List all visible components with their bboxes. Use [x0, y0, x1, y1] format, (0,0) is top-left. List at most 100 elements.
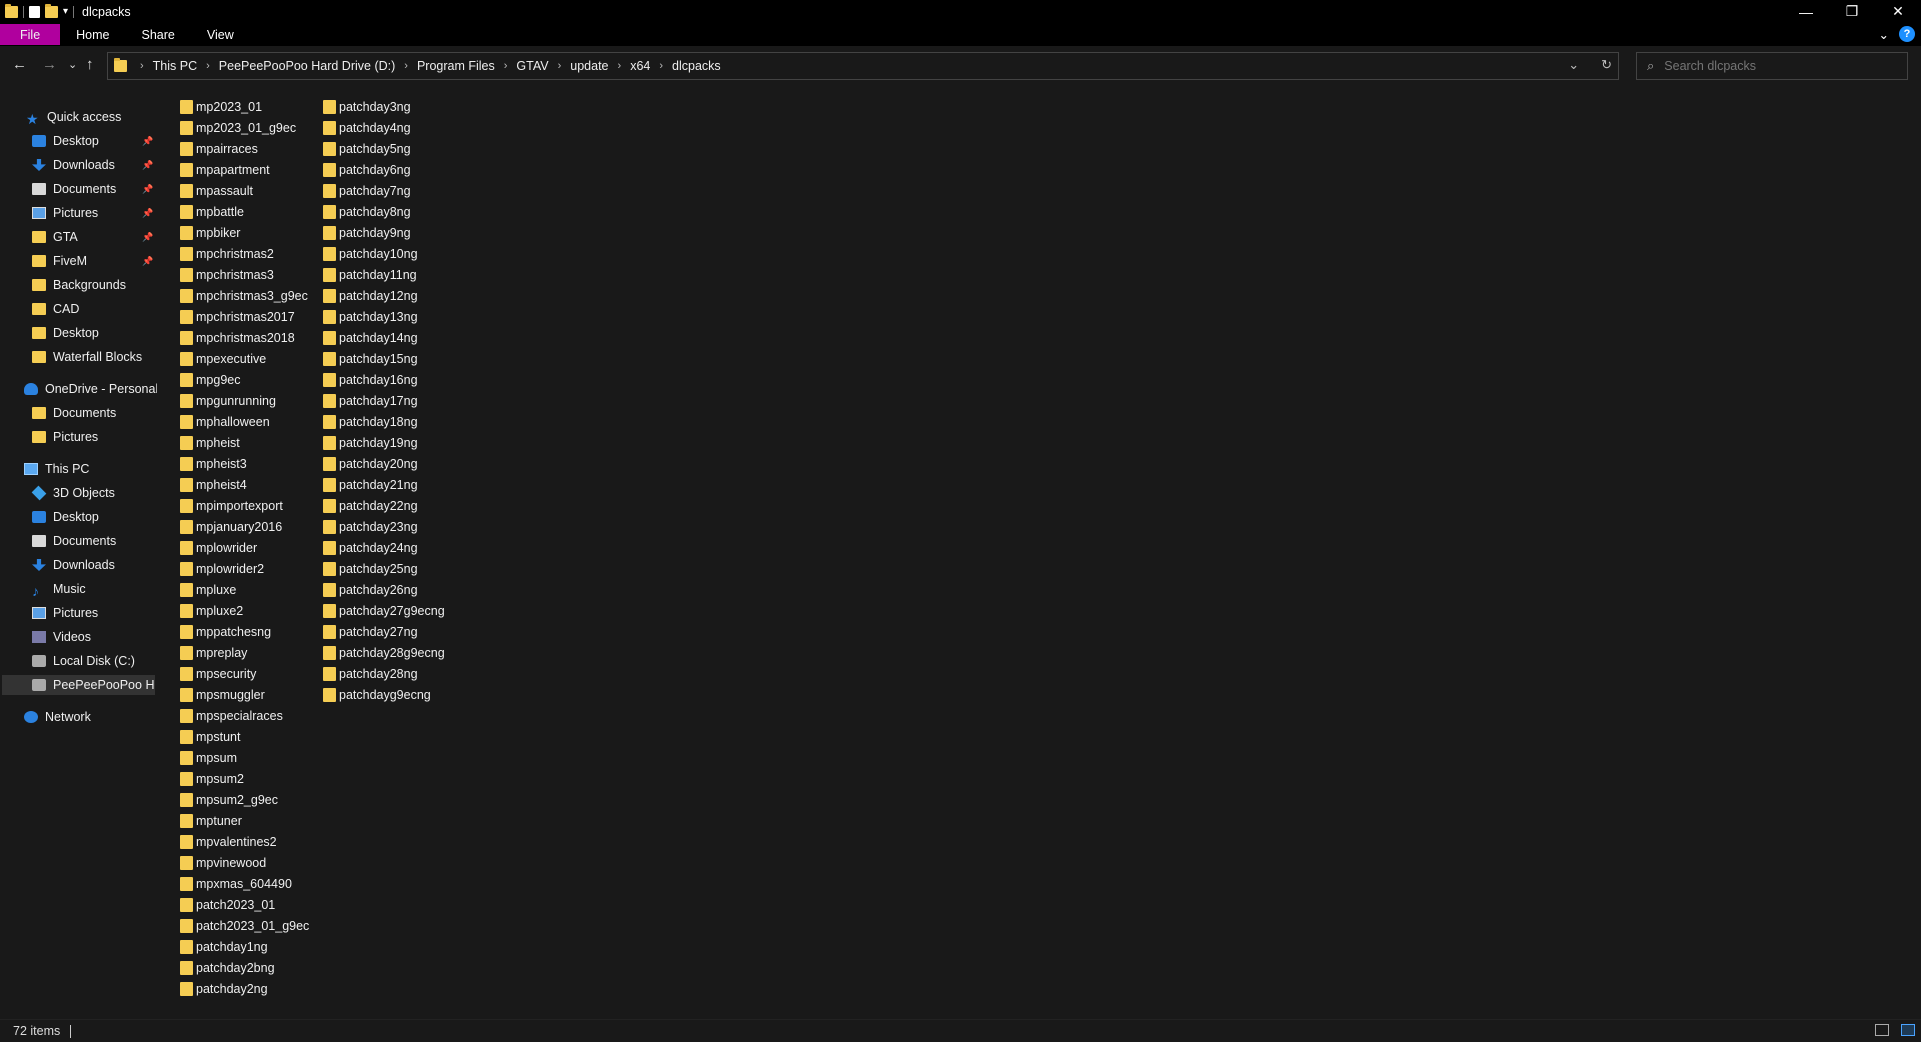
sidebar-item-music[interactable]: ♪ Music [32, 579, 86, 599]
folder-item[interactable]: mpg9ec [180, 369, 309, 390]
folder-item[interactable]: mpspecialraces [180, 705, 309, 726]
tab-share[interactable]: Share [126, 23, 191, 46]
address-bar[interactable]: › This PC › PeePeePooPoo Hard Drive (D:) ›… [107, 52, 1619, 80]
folder-item[interactable]: mplowrider2 [180, 558, 309, 579]
sidebar-item-drive-d[interactable]: PeePeePooPoo Hard Drive (D:) [2, 675, 155, 695]
folder-item[interactable]: mpluxe [180, 579, 309, 600]
tab-view[interactable]: View [191, 23, 250, 46]
sidebar-item-pictures[interactable]: Pictures [32, 203, 98, 223]
sidebar-item-backgrounds[interactable]: Backgrounds [32, 275, 126, 295]
sidebar-item-cad[interactable]: CAD [32, 299, 79, 319]
folder-item[interactable]: mpsecurity [180, 663, 309, 684]
folder-item[interactable]: patchday5ng [323, 138, 445, 159]
sidebar-item-onedrive[interactable]: OneDrive - Personal [24, 379, 157, 399]
folder-item[interactable]: mpsum2 [180, 768, 309, 789]
sidebar-item-waterfall-blocks[interactable]: Waterfall Blocks [32, 347, 142, 367]
folder-item[interactable]: mpgunrunning [180, 390, 309, 411]
folder-item[interactable]: patchday23ng [323, 516, 445, 537]
folder-item[interactable]: patchday24ng [323, 537, 445, 558]
sidebar-item-desktop[interactable]: Desktop [32, 131, 99, 151]
properties-icon[interactable] [29, 5, 40, 18]
folder-item[interactable]: patchday28ng [323, 663, 445, 684]
search-box[interactable]: ⌕ [1636, 52, 1908, 80]
folder-item[interactable]: mppatchesng [180, 621, 309, 642]
sidebar-item-documents[interactable]: Documents [32, 179, 116, 199]
search-input[interactable] [1662, 58, 1897, 74]
folder-item[interactable]: patchday27g9ecng [323, 600, 445, 621]
folder-item[interactable]: patchday26ng [323, 579, 445, 600]
chevron-right-icon[interactable]: › [618, 60, 622, 72]
folder-item[interactable]: patchday4ng [323, 117, 445, 138]
breadcrumb-dlcpacks[interactable]: dlcpacks [672, 59, 721, 73]
help-icon[interactable]: ? [1899, 26, 1915, 42]
maximize-button[interactable]: ❐ [1829, 0, 1875, 23]
folder-item[interactable]: patchday2bng [180, 957, 309, 978]
folder-item[interactable]: patchday8ng [323, 201, 445, 222]
sidebar-item-pc-documents[interactable]: Documents [32, 531, 116, 551]
folder-item[interactable]: patchday7ng [323, 180, 445, 201]
folder-item[interactable]: mpsum [180, 747, 309, 768]
chevron-right-icon[interactable]: › [504, 60, 508, 72]
folder-item[interactable]: mpchristmas2 [180, 243, 309, 264]
folder-item[interactable]: patchday15ng [323, 348, 445, 369]
folder-item[interactable]: patchday11ng [323, 264, 445, 285]
recent-locations-button[interactable]: ⌄ [68, 58, 77, 71]
chevron-right-icon[interactable]: › [140, 60, 144, 72]
folder-item[interactable]: patchday1ng [180, 936, 309, 957]
chevron-right-icon[interactable]: › [659, 60, 663, 72]
folder-item[interactable]: patchday6ng [323, 159, 445, 180]
folder-item[interactable]: mpapartment [180, 159, 309, 180]
chevron-right-icon[interactable]: › [404, 60, 408, 72]
folder-item[interactable]: mpassault [180, 180, 309, 201]
folder-item[interactable]: patchday3ng [323, 96, 445, 117]
folder-item[interactable]: mpsum2_g9ec [180, 789, 309, 810]
folder-item[interactable]: patchday12ng [323, 285, 445, 306]
customize-toolbar-icon[interactable]: ▾ [63, 6, 68, 17]
tab-home[interactable]: Home [60, 23, 125, 46]
folder-item[interactable]: mphalloween [180, 411, 309, 432]
sidebar-item-3d-objects[interactable]: 3D Objects [31, 483, 115, 503]
folder-item[interactable]: patchday28g9ecng [323, 642, 445, 663]
address-dropdown-icon[interactable]: ⌄ [1568, 57, 1579, 73]
folder-item[interactable]: mpheist [180, 432, 309, 453]
folder-item[interactable]: patchdayg9ecng [323, 684, 445, 705]
folder-item[interactable]: mp2023_01_g9ec [180, 117, 309, 138]
folder-item[interactable]: mplowrider [180, 537, 309, 558]
folder-item[interactable]: patchday20ng [323, 453, 445, 474]
sidebar-item-gta[interactable]: GTA [32, 227, 78, 247]
folder-item[interactable]: patch2023_01 [180, 894, 309, 915]
folder-item[interactable]: mp2023_01 [180, 96, 309, 117]
folder-item[interactable]: mpvalentines2 [180, 831, 309, 852]
sidebar-item-pc-desktop[interactable]: Desktop [32, 507, 99, 527]
folder-item[interactable]: patchday27ng [323, 621, 445, 642]
forward-button[interactable]: → [42, 56, 57, 73]
sidebar-item-onedrive-pictures[interactable]: Pictures [32, 427, 98, 447]
new-folder-icon[interactable] [45, 3, 58, 18]
minimize-button[interactable]: — [1783, 0, 1829, 23]
sidebar-item-videos[interactable]: Videos [32, 627, 91, 647]
folder-item[interactable]: patchday19ng [323, 432, 445, 453]
breadcrumb-drive-d[interactable]: PeePeePooPoo Hard Drive (D:) [219, 59, 395, 73]
back-button[interactable]: ← [12, 56, 27, 73]
folder-item[interactable]: patch2023_01_g9ec [180, 915, 309, 936]
folder-item[interactable]: patchday17ng [323, 390, 445, 411]
large-icons-view-icon[interactable] [1901, 1024, 1915, 1036]
folder-item[interactable]: patchday21ng [323, 474, 445, 495]
folder-item[interactable]: mpjanuary2016 [180, 516, 309, 537]
expand-ribbon-icon[interactable]: ⌄ [1879, 27, 1889, 42]
folder-item[interactable]: patchday2ng [180, 978, 309, 999]
tab-file[interactable]: File [0, 24, 61, 45]
sidebar-item-downloads[interactable]: Downloads [32, 155, 115, 175]
chevron-right-icon[interactable]: › [558, 60, 562, 72]
folder-item[interactable]: mpairraces [180, 138, 309, 159]
folder-item[interactable]: mpreplay [180, 642, 309, 663]
folder-item[interactable]: mpchristmas3_g9ec [180, 285, 309, 306]
folder-item[interactable]: patchday9ng [323, 222, 445, 243]
folder-item[interactable]: mpsmuggler [180, 684, 309, 705]
folder-item[interactable]: mpheist4 [180, 474, 309, 495]
folder-item[interactable]: patchday13ng [323, 306, 445, 327]
folder-item[interactable]: mptuner [180, 810, 309, 831]
folder-item[interactable]: mpchristmas3 [180, 264, 309, 285]
folder-item[interactable]: mpstunt [180, 726, 309, 747]
folder-item[interactable]: patchday18ng [323, 411, 445, 432]
